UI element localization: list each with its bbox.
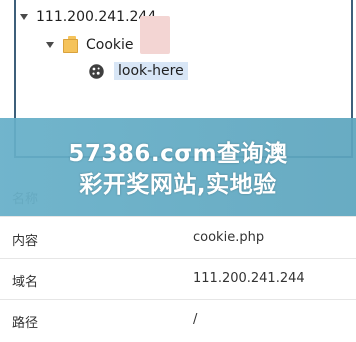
table-row[interactable]: 域名 111.200.241.244 bbox=[0, 261, 356, 299]
tree-node-host[interactable]: 111.200.241.244 bbox=[20, 9, 156, 25]
banner-text-line-2: 彩开奖网站,实地验 bbox=[79, 172, 277, 198]
folder-icon bbox=[63, 36, 78, 53]
property-key: 路径 bbox=[12, 316, 39, 331]
banner-text-line-1: 57386.cσm查询澳 bbox=[68, 141, 288, 167]
row-divider bbox=[0, 258, 356, 259]
property-key: 内容 bbox=[12, 234, 39, 249]
host-label: 111.200.241.244 bbox=[36, 9, 157, 25]
property-value: 111.200.241.244 bbox=[193, 271, 305, 286]
property-value: / bbox=[193, 312, 198, 327]
expand-triangle-icon[interactable] bbox=[46, 41, 54, 48]
table-row[interactable]: 内容 cookie.php bbox=[0, 220, 356, 258]
expand-triangle-icon[interactable] bbox=[20, 14, 28, 20]
tree-node-cookie-folder[interactable]: Cookie bbox=[46, 36, 134, 53]
folder-label: Cookie bbox=[86, 36, 134, 53]
property-key: 域名 bbox=[12, 275, 39, 290]
table-row[interactable]: 路径 / bbox=[0, 302, 356, 340]
row-divider bbox=[0, 299, 356, 300]
cookie-icon bbox=[89, 63, 104, 79]
row-divider bbox=[0, 216, 356, 217]
property-value: cookie.php bbox=[193, 230, 265, 245]
tree-node-cookie-item[interactable]: look-here bbox=[88, 62, 188, 80]
promo-banner-overlay: 57386.cσm查询澳 彩开奖网站,实地验 bbox=[0, 118, 356, 216]
cookie-item-label: look-here bbox=[114, 62, 188, 80]
faded-overlay-box bbox=[140, 16, 170, 54]
